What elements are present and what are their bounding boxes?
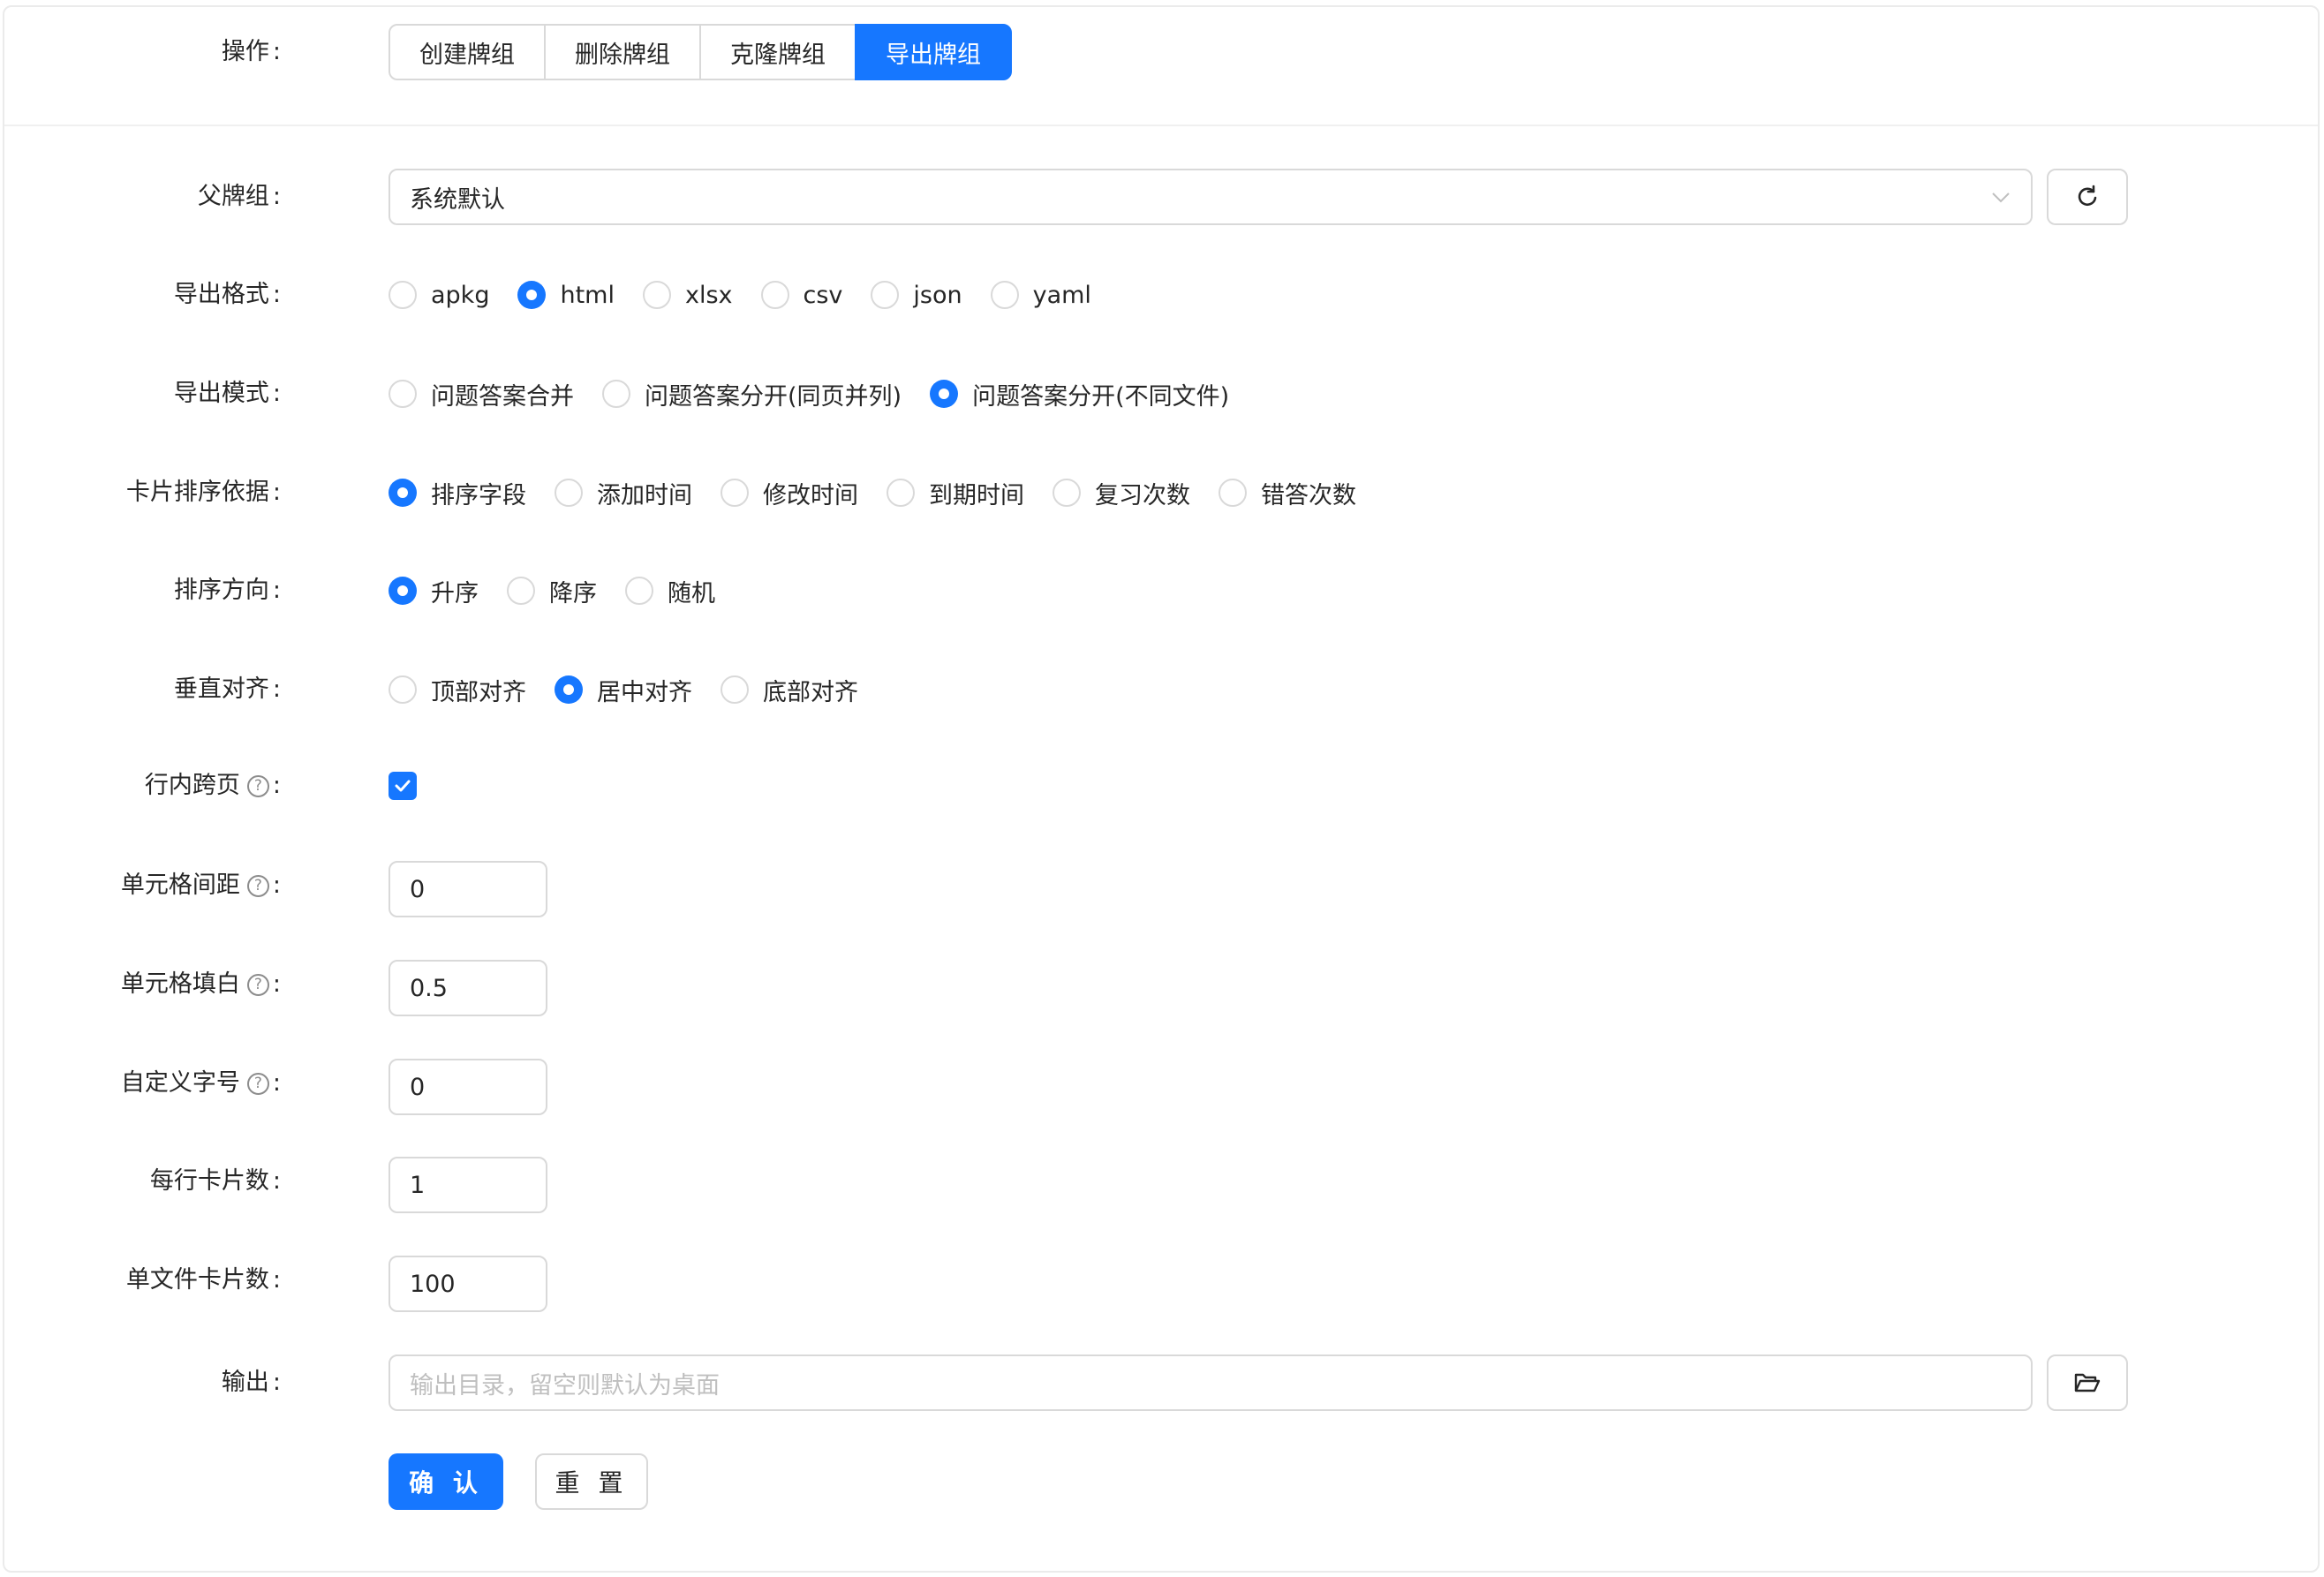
export-mode-label: 导出模式: <box>173 380 281 407</box>
confirm-button[interactable]: 确 认 <box>389 1453 503 1510</box>
folder-open-icon <box>2074 1373 2101 1392</box>
format-option-xlsx[interactable]: xlsx <box>642 281 733 309</box>
radio-dot[interactable] <box>990 281 1019 309</box>
refresh-button[interactable] <box>2047 169 2128 225</box>
question-circle-icon[interactable]: ? <box>246 973 269 996</box>
radio-dot[interactable] <box>555 675 583 704</box>
cards-per-row-input[interactable]: 1 <box>389 1157 547 1213</box>
radio-dot[interactable] <box>602 380 630 408</box>
radio-dot[interactable] <box>721 479 749 507</box>
delete-deck-button[interactable]: 删除牌组 <box>544 24 701 80</box>
custom-font-size-input[interactable]: 0 <box>389 1059 547 1115</box>
cards-per-file-label: 单文件卡片数: <box>125 1266 281 1294</box>
direction-option-desc[interactable]: 降序 <box>507 574 597 608</box>
sort-option-wrong-count[interactable]: 错答次数 <box>1219 476 1356 510</box>
radio-dot[interactable] <box>871 281 900 309</box>
format-option-html[interactable]: html <box>517 281 615 309</box>
radio-dot[interactable] <box>1219 479 1247 507</box>
format-option-json[interactable]: json <box>871 281 962 309</box>
parent-deck-select[interactable]: 系统默认 <box>389 169 2033 225</box>
radio-dot[interactable] <box>642 281 671 309</box>
vertical-align-group: 顶部对齐 居中对齐 底部对齐 <box>389 672 887 707</box>
parent-deck-label: 父牌组: <box>197 183 281 210</box>
header-divider <box>4 124 2318 126</box>
sort-option-sort-field[interactable]: 排序字段 <box>389 476 526 510</box>
align-option-middle[interactable]: 居中对齐 <box>555 673 692 707</box>
inline-page-break-label: 行内跨页 ? : <box>144 772 281 799</box>
export-format-label: 导出格式: <box>173 281 281 308</box>
cards-per-row-label: 每行卡片数: <box>149 1167 281 1195</box>
create-deck-button[interactable]: 创建牌组 <box>389 24 546 80</box>
chevron-down-icon <box>1992 192 2010 203</box>
question-circle-icon[interactable]: ? <box>246 774 269 797</box>
cell-spacing-label: 单元格间距 ? : <box>120 872 281 899</box>
export-deck-button[interactable]: 导出牌组 <box>855 24 1012 80</box>
radio-dot[interactable] <box>517 281 547 309</box>
refresh-icon <box>2078 185 2097 207</box>
cell-padding-label: 单元格填白 ? : <box>120 970 281 998</box>
sort-option-added-time[interactable]: 添加时间 <box>555 476 692 510</box>
export-format-group: apkg html xlsx csv json yaml <box>389 277 1120 313</box>
radio-dot[interactable] <box>389 577 417 605</box>
sort-direction-group: 升序 降序 随机 <box>389 573 743 608</box>
clone-deck-button[interactable]: 克隆牌组 <box>699 24 856 80</box>
radio-dot[interactable] <box>930 380 959 408</box>
radio-dot[interactable] <box>507 577 535 605</box>
sort-option-review-count[interactable]: 复习次数 <box>1053 476 1190 510</box>
export-deck-panel <box>3 5 2320 1573</box>
format-option-csv[interactable]: csv <box>760 281 842 309</box>
align-option-top[interactable]: 顶部对齐 <box>389 673 526 707</box>
format-option-apkg[interactable]: apkg <box>389 281 489 309</box>
radio-dot[interactable] <box>721 675 749 704</box>
mode-option-split-files[interactable]: 问题答案分开(不同文件) <box>930 377 1229 411</box>
radio-dot[interactable] <box>389 380 417 408</box>
radio-dot[interactable] <box>625 577 653 605</box>
radio-dot[interactable] <box>760 281 789 309</box>
align-option-bottom[interactable]: 底部对齐 <box>721 673 858 707</box>
cell-padding-input[interactable]: 0.5 <box>389 960 547 1016</box>
vertical-align-label: 垂直对齐: <box>173 675 281 703</box>
reset-button[interactable]: 重 置 <box>535 1453 648 1510</box>
sort-direction-label: 排序方向: <box>173 577 281 604</box>
radio-dot[interactable] <box>389 281 417 309</box>
custom-font-size-label: 自定义字号 ? : <box>120 1069 281 1097</box>
sort-option-due-time[interactable]: 到期时间 <box>887 476 1024 510</box>
mode-option-split-same-page[interactable]: 问题答案分开(同页并列) <box>602 377 902 411</box>
sort-basis-group: 排序字段 添加时间 修改时间 到期时间 复习次数 错答次数 <box>389 475 1385 510</box>
output-placeholder: 输出目录，留空则默认为桌面 <box>410 1371 720 1400</box>
sort-option-modified-time[interactable]: 修改时间 <box>721 476 858 510</box>
sort-basis-label: 卡片排序依据: <box>125 479 281 506</box>
operation-label: 操作: <box>221 38 281 65</box>
question-circle-icon[interactable]: ? <box>246 1072 269 1095</box>
parent-deck-value: 系统默认 <box>410 185 505 214</box>
inline-page-break-checkbox[interactable] <box>389 772 417 800</box>
mode-option-merged[interactable]: 问题答案合并 <box>389 377 574 411</box>
output-label: 输出: <box>221 1369 281 1396</box>
radio-dot[interactable] <box>389 479 417 507</box>
browse-folder-button[interactable] <box>2047 1354 2128 1411</box>
radio-dot[interactable] <box>389 675 417 704</box>
radio-dot[interactable] <box>887 479 915 507</box>
direction-option-random[interactable]: 随机 <box>625 574 715 608</box>
cards-per-file-input[interactable]: 100 <box>389 1256 547 1312</box>
format-option-yaml[interactable]: yaml <box>990 281 1091 309</box>
check-icon <box>395 780 411 792</box>
radio-dot[interactable] <box>555 479 583 507</box>
question-circle-icon[interactable]: ? <box>246 874 269 897</box>
cell-spacing-input[interactable]: 0 <box>389 861 547 917</box>
output-directory-input[interactable]: 输出目录，留空则默认为桌面 <box>389 1354 2033 1411</box>
operation-segmented-control: 创建牌组 删除牌组 克隆牌组 导出牌组 <box>389 24 1012 80</box>
direction-option-asc[interactable]: 升序 <box>389 574 479 608</box>
radio-dot[interactable] <box>1053 479 1081 507</box>
export-mode-group: 问题答案合并 问题答案分开(同页并列) 问题答案分开(不同文件) <box>389 376 1257 411</box>
